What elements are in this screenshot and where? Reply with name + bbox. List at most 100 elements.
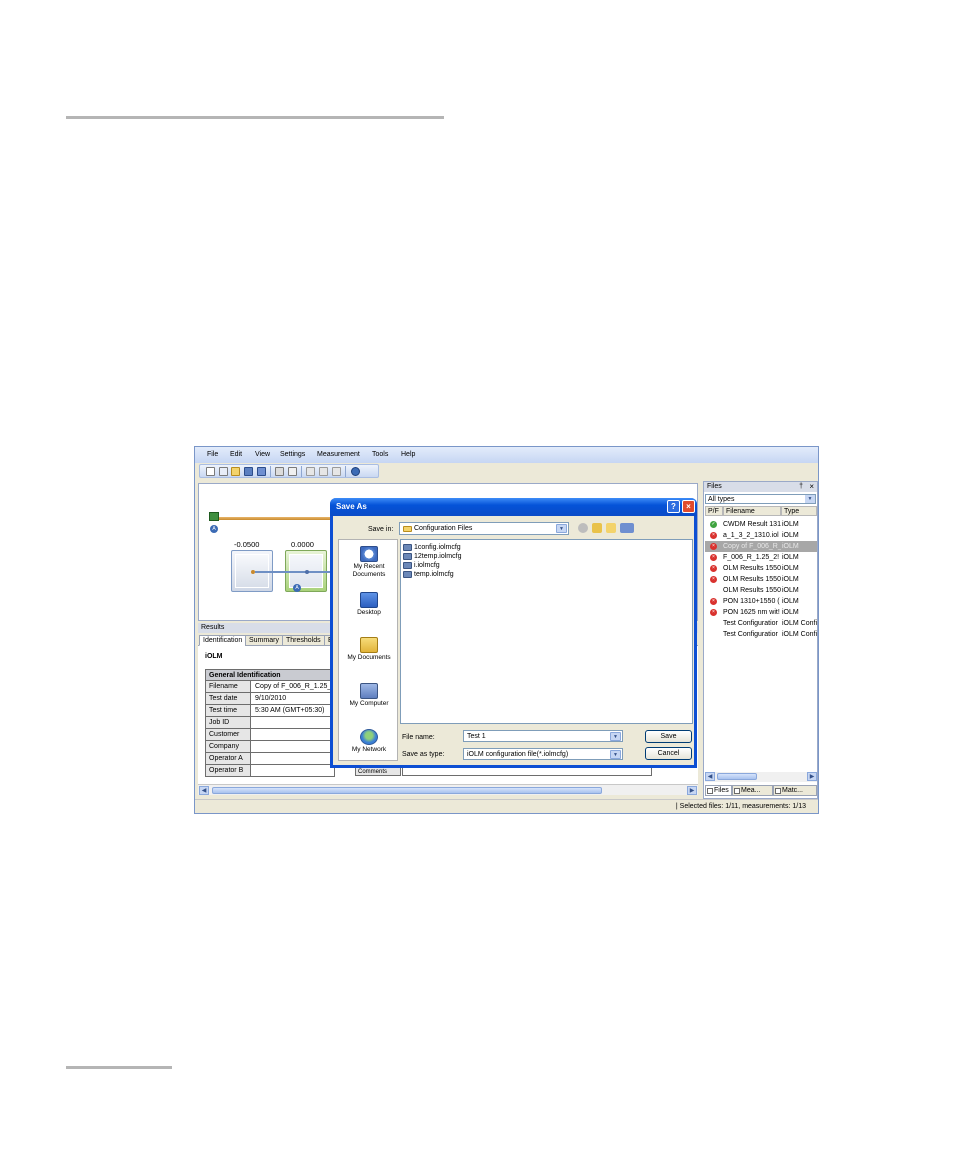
operator-b-value[interactable]	[252, 765, 334, 776]
list-item[interactable]: 12temp.iolmcfg	[402, 552, 461, 561]
scrollbar-thumb[interactable]	[717, 773, 757, 780]
chevron-down-icon[interactable]: ▼	[805, 495, 815, 503]
operator-a-value[interactable]	[252, 753, 334, 764]
pin-icon[interactable]: †	[799, 482, 803, 492]
list-item[interactable]: i.iolmcfg	[402, 561, 440, 570]
tab-identification[interactable]: Identification	[199, 635, 247, 646]
menu-tools[interactable]: Tools	[372, 451, 388, 458]
column-header-filename[interactable]: Filename	[723, 506, 781, 516]
file-row[interactable]: OLM Results 1550 iOLM	[705, 585, 817, 596]
file-row-selected[interactable]: × Copy of F_006_R_ iOLM	[705, 541, 817, 552]
menu-file[interactable]: File	[207, 451, 218, 458]
file-name-input[interactable]: Test 1 ▼	[463, 730, 623, 742]
back-icon[interactable]	[578, 523, 588, 533]
place-label: My Computer	[349, 700, 389, 707]
print-icon[interactable]	[275, 467, 284, 476]
file-name: Copy of F_006_R_	[723, 543, 781, 550]
list-item[interactable]: temp.iolmcfg	[402, 570, 454, 579]
help-icon[interactable]	[351, 467, 360, 476]
menu-edit[interactable]: Edit	[230, 451, 242, 458]
matching-icon	[775, 788, 781, 794]
node-marker-label: A	[293, 584, 301, 592]
chevron-down-icon[interactable]: ▼	[610, 732, 621, 741]
menu-settings[interactable]: Settings	[280, 451, 305, 458]
menu-view[interactable]: View	[255, 451, 270, 458]
file-row[interactable]: × PON 1310+1550 ( iOLM	[705, 596, 817, 607]
place-my-documents[interactable]: My Documents	[339, 637, 399, 662]
scroll-right-icon[interactable]: ▶	[687, 786, 697, 795]
file-list: 1config.iolmcfg 12temp.iolmcfg i.iolmcfg…	[400, 539, 693, 724]
new-from-template-icon[interactable]	[219, 467, 228, 476]
scrollbar-thumb[interactable]	[212, 787, 602, 794]
desktop-icon	[360, 592, 378, 608]
tab-files[interactable]: Files	[705, 785, 732, 796]
chevron-down-icon[interactable]: ▼	[556, 524, 567, 533]
close-button[interactable]: ×	[682, 500, 695, 513]
tab-thresholds[interactable]: Thresholds	[282, 635, 325, 646]
comments-field[interactable]	[402, 767, 652, 776]
file-row[interactable]: × OLM Results 1550 iOLM	[705, 574, 817, 585]
source-marker-icon[interactable]	[209, 512, 219, 521]
menu-measurement[interactable]: Measurement	[317, 451, 360, 458]
tab-summary[interactable]: Summary	[245, 635, 283, 646]
horizontal-scrollbar[interactable]: ◀ ▶	[198, 784, 698, 795]
help-button[interactable]: ?	[667, 500, 680, 513]
row-label: Customer	[206, 729, 251, 740]
open-folder-icon[interactable]	[231, 467, 240, 476]
file-row[interactable]: × a_1_3_2_1310.iol iOLM	[705, 530, 817, 541]
company-value[interactable]	[252, 741, 334, 752]
folder-icon	[403, 526, 412, 532]
scroll-left-icon[interactable]: ◀	[199, 786, 209, 795]
save-all-icon[interactable]	[257, 467, 266, 476]
dialog-title-bar[interactable]: Save As ? ×	[330, 498, 697, 516]
list-item-name: 1config.iolmcfg	[414, 544, 461, 551]
place-recent[interactable]: My Recent Documents	[339, 546, 399, 579]
save-button[interactable]: Save	[645, 730, 692, 743]
file-name-label: File name:	[402, 734, 435, 741]
toolbar	[199, 464, 379, 478]
table-row: Test time 5:30 AM (GMT+05:30)	[205, 705, 335, 717]
job-id-value[interactable]	[252, 717, 334, 728]
files-horizontal-scrollbar[interactable]: ◀ ▶	[705, 772, 817, 782]
chevron-down-icon[interactable]: ▼	[610, 750, 621, 759]
column-header-type[interactable]: Type	[781, 506, 817, 516]
value-left: -0.0500	[234, 540, 260, 549]
file-name: PON 1310+1550 (	[723, 598, 780, 605]
file-row[interactable]: Test Configuratior iOLM Confi	[705, 618, 817, 629]
paste-icon[interactable]	[332, 467, 341, 476]
save-as-type-dropdown[interactable]: iOLM configuration file(*.iolmcfg) ▼	[463, 748, 623, 760]
column-header-pf[interactable]: P/F	[705, 506, 723, 516]
save-in-dropdown[interactable]: Configuration Files ▼	[399, 522, 569, 535]
up-folder-icon[interactable]	[592, 523, 602, 533]
views-menu-icon[interactable]	[620, 523, 634, 533]
close-icon[interactable]: ×	[809, 482, 814, 492]
row-label: Test date	[206, 693, 251, 704]
save-icon[interactable]	[244, 467, 253, 476]
file-type-filter[interactable]: All types ▼	[705, 494, 816, 504]
row-label: Operator A	[206, 753, 251, 764]
print-preview-icon[interactable]	[288, 467, 297, 476]
table-row: Customer	[205, 729, 335, 741]
place-my-network[interactable]: My Network	[339, 729, 399, 754]
cut-icon[interactable]	[306, 467, 315, 476]
file-row[interactable]: × F_006_R_1.25_2! iOLM	[705, 552, 817, 563]
place-desktop[interactable]: Desktop	[339, 592, 399, 617]
file-type: iOLM	[782, 576, 799, 583]
scroll-left-icon[interactable]: ◀	[705, 772, 715, 781]
customer-value[interactable]	[252, 729, 334, 740]
file-row[interactable]: ✓ CWDM Result 131 iOLM	[705, 519, 817, 530]
file-row[interactable]: × PON 1625 nm wit! iOLM	[705, 607, 817, 618]
copy-icon[interactable]	[319, 467, 328, 476]
new-folder-icon[interactable]	[606, 523, 616, 533]
file-row[interactable]: Test Configuratior iOLM Confi	[705, 629, 817, 640]
tab-measurements[interactable]: Mea...	[732, 785, 773, 796]
place-my-computer[interactable]: My Computer	[339, 683, 399, 708]
cancel-button[interactable]: Cancel	[645, 747, 692, 760]
menu-help[interactable]: Help	[401, 451, 415, 458]
scroll-right-icon[interactable]: ▶	[807, 772, 817, 781]
tab-matching[interactable]: Matc...	[773, 785, 817, 796]
list-item[interactable]: 1config.iolmcfg	[402, 543, 461, 552]
places-bar: My Recent Documents Desktop My Documents…	[338, 539, 398, 761]
new-icon[interactable]	[206, 467, 215, 476]
file-row[interactable]: × OLM Results 1550 iOLM	[705, 563, 817, 574]
